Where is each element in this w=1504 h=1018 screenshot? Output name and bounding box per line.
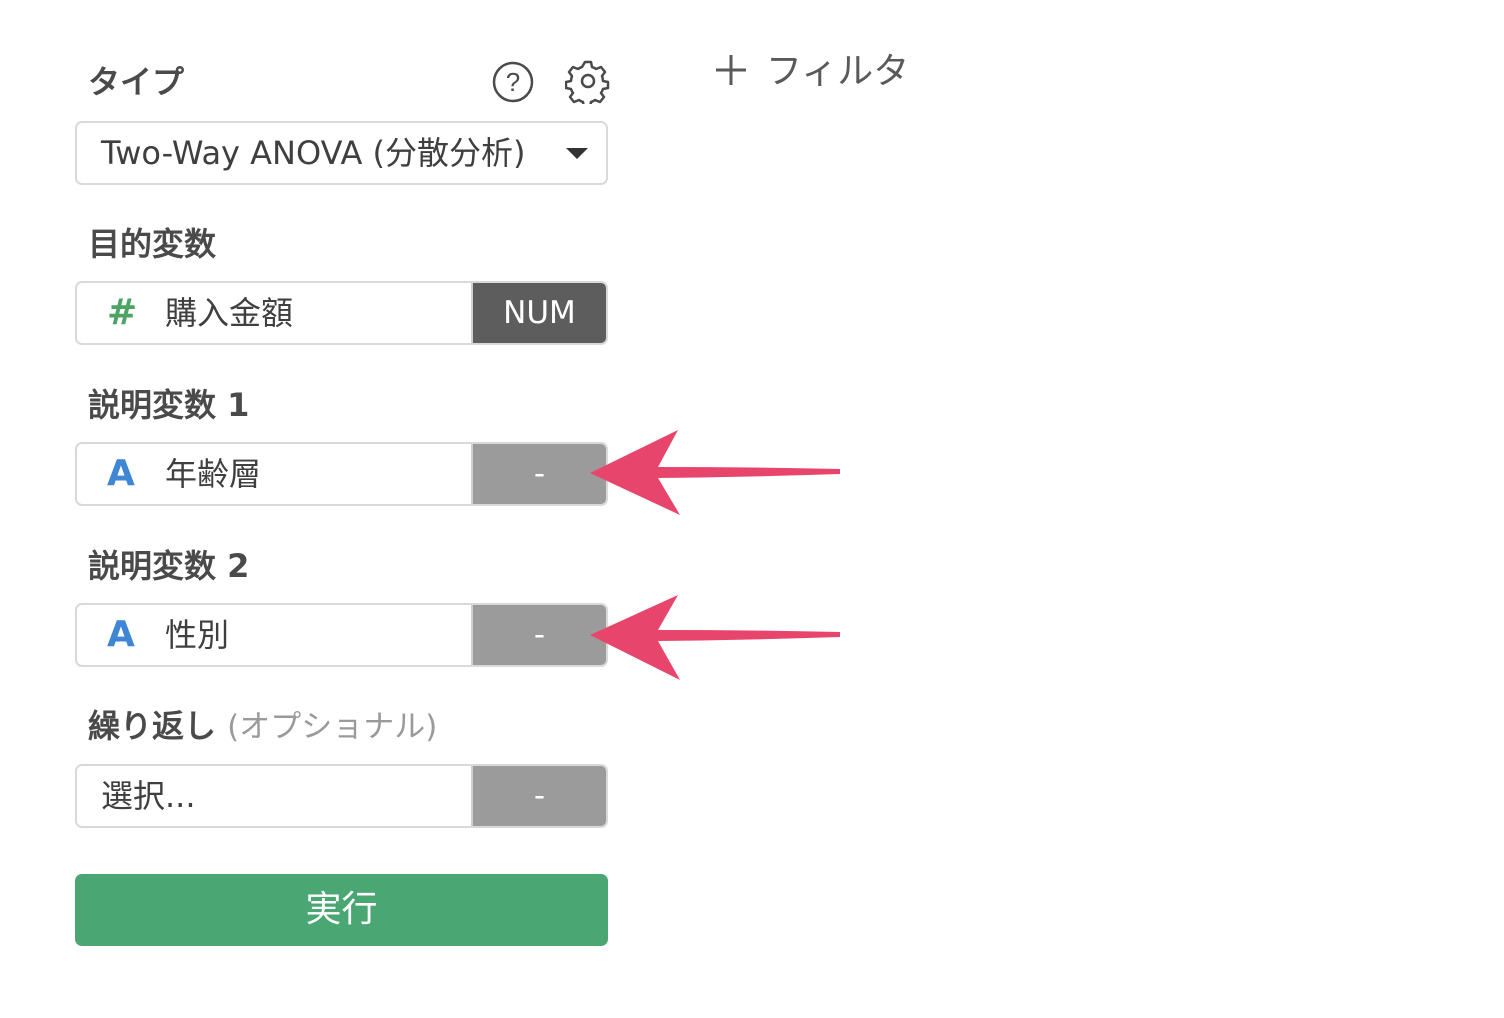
gear-icon[interactable]	[564, 58, 611, 109]
explanatory-variable-2-value: 性別	[165, 616, 230, 654]
target-variable-value: 購入金額	[165, 294, 294, 332]
repeat-select[interactable]: 選択... -	[75, 764, 608, 828]
text-type-icon: A	[107, 453, 135, 494]
number-type-icon: #	[107, 292, 138, 333]
annotation-arrow-icon	[590, 595, 840, 680]
explanatory-variable-2-option-button[interactable]: -	[471, 605, 606, 665]
explanatory-variable-2-label: 説明変数 2	[88, 547, 250, 585]
target-variable-field[interactable]: # 購入金額 NUM	[75, 281, 608, 345]
target-variable-label: 目的変数	[88, 225, 217, 263]
add-filter-button[interactable]: フィルタ	[714, 46, 909, 92]
num-type-badge[interactable]: NUM	[471, 283, 606, 343]
filter-label: フィルタ	[766, 51, 910, 92]
optional-hint: (オプショナル)	[227, 709, 438, 745]
explanatory-variable-1-option-button[interactable]: -	[471, 444, 606, 504]
type-label: タイプ	[88, 63, 185, 101]
plus-icon	[714, 46, 748, 92]
svg-text:?: ?	[506, 67, 520, 97]
annotation-arrow-icon	[590, 430, 840, 515]
run-button[interactable]: 実行	[75, 874, 608, 946]
help-icon[interactable]: ?	[491, 60, 535, 108]
repeat-label-text: 繰り返し	[88, 707, 217, 745]
type-dropdown-value: Two-Way ANOVA (分散分析)	[101, 134, 526, 172]
explanatory-variable-2-field[interactable]: A 性別 -	[75, 603, 608, 667]
explanatory-variable-1-label: 説明変数 1	[88, 386, 250, 424]
explanatory-variable-1-value: 年齢層	[165, 455, 262, 493]
type-dropdown[interactable]: Two-Way ANOVA (分散分析)	[75, 121, 608, 185]
explanatory-variable-1-field[interactable]: A 年齢層 -	[75, 442, 608, 506]
repeat-placeholder: 選択...	[101, 777, 196, 815]
caret-down-icon	[566, 148, 588, 159]
repeat-label: 繰り返し (オプショナル)	[88, 706, 437, 747]
repeat-option-button[interactable]: -	[471, 766, 606, 826]
text-type-icon: A	[107, 614, 135, 655]
